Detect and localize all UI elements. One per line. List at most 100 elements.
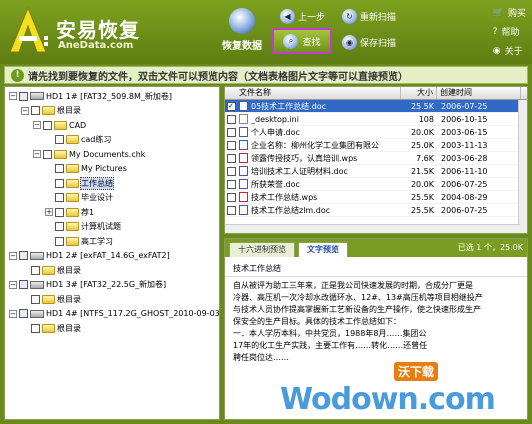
tree-checkbox[interactable] [31,294,40,304]
preview-tabs: 十六进制预览 文字预览 已选 1 个，25.0K [225,239,527,257]
col-time-header[interactable]: 创建时间 [437,87,521,99]
col-name-header[interactable]: 文件名称 [225,87,401,99]
expand-toggle-icon[interactable]: − [33,150,41,158]
tree-node-label: 高工学习 [81,236,113,246]
tree-checkbox[interactable] [43,149,52,159]
file-checkbox[interactable] [227,127,236,137]
tree-node[interactable]: − HD1 1# [FAT32_509.8M_新加卷] [9,90,172,102]
tree-node[interactable]: 根目录 [21,264,81,276]
prev-step-button[interactable]: ◀ 上一步 [280,9,325,24]
file-name: 技术工作总结.wps [251,192,318,202]
tree-node[interactable]: My Pictures [45,163,127,175]
tree-checkbox[interactable] [31,265,40,275]
file-name: 技术工作总结zlm.doc [251,205,331,215]
file-row[interactable]: 培训技术工人证明材料.doc 21.5K 2006-11-10 [225,165,527,178]
tree-node[interactable]: − HD1 2# [exFAT_14.6G_exFAT2] [9,250,170,262]
tree-node[interactable]: 根目录 [21,293,81,305]
brand-url: AneData.com [58,40,134,51]
file-time: 2003-06-15 [441,127,488,137]
file-checkbox[interactable] [227,192,236,202]
expand-toggle-icon[interactable]: − [9,251,17,260]
file-checkbox[interactable]: ✓ [227,101,236,111]
help-icon: ? [492,26,498,37]
help-link[interactable]: ? 帮助 [493,22,526,41]
tree-checkbox[interactable] [55,193,64,202]
file-checkbox[interactable] [227,114,236,124]
tree-checkbox[interactable] [19,280,28,289]
expand-toggle-icon[interactable]: + [45,208,53,216]
tree-node[interactable]: 工作总结 [45,176,114,190]
horizontal-scrollbar[interactable] [225,224,520,233]
tree-checkbox[interactable] [43,120,52,130]
expand-toggle-icon[interactable]: − [9,280,17,289]
file-checkbox[interactable] [227,140,236,150]
expand-toggle-icon[interactable]: − [21,106,29,115]
tab-hex-preview[interactable]: 十六进制预览 [229,242,295,257]
watermark-tag: 沃下载 [394,362,439,381]
file-row[interactable]: 技术工作总结zlm.doc 25.5K 2006-07-25 [225,204,527,217]
file-size: 108 [418,114,434,124]
expand-toggle-icon[interactable]: − [9,309,17,318]
tree-checkbox[interactable] [55,236,64,246]
tab-text-preview[interactable]: 文字预览 [298,242,348,257]
tree-checkbox[interactable] [55,207,64,217]
arrow-left-icon: ◀ [280,9,295,24]
file-row[interactable]: 所获荣誉.doc 20.0K 2006-07-25 [225,178,527,191]
file-row[interactable]: 个人申请.doc 20.0K 2003-06-15 [225,126,527,139]
file-row[interactable]: _desktop.ini 108 2006-10-15 [225,113,527,126]
expand-toggle-icon[interactable]: − [33,121,41,129]
tree-node[interactable]: 毕业设计 [45,192,113,204]
file-list[interactable]: 文件名称 大小 创建时间 ✓ 05技术工作总结.doc 25.5K 2006-07-2… [224,86,528,234]
tree-checkbox[interactable] [19,309,28,318]
tree-node[interactable]: − 根目录 [21,105,81,117]
file-checkbox[interactable] [227,153,236,163]
disk-icon [30,92,44,100]
tree-checkbox[interactable] [55,135,64,144]
file-checkbox[interactable] [227,179,236,189]
tree-node[interactable]: − HD1 3# [FAT32_22.5G_新加卷] [9,279,166,291]
file-name: 企业名称：柳州化学工业集团有限公 [251,140,379,150]
col-size-header[interactable]: 大小 [401,87,437,99]
rescan-button[interactable]: ↻ 重新扫描 [342,9,396,24]
file-time: 2006-11-10 [441,166,488,176]
folder-icon [42,265,55,275]
tree-node[interactable]: − HD1 4# [NTFS_117.2G_GHOST_2010-09-03] [9,308,219,320]
tree-checkbox[interactable] [31,323,40,333]
tree-node[interactable]: cad练习 [45,134,111,146]
vertical-scrollbar[interactable] [518,100,527,233]
tree-node[interactable]: 计算机试题 [45,221,121,233]
tree-node-label: My Pictures [81,164,127,173]
tree-checkbox[interactable] [19,251,28,260]
file-size: 21.5K [410,166,434,176]
watermark-site: Wodown.com [280,382,496,417]
preview-line: 冷器、高压机一次冷却水改循环水、12#、13#高压机等项目相继投产 [233,293,483,302]
search-button[interactable]: ⌕ 查找 [272,28,332,54]
tree-checkbox[interactable] [55,222,64,231]
folder-tree[interactable]: − HD1 1# [FAT32_509.8M_新加卷] − 根目录 − CAD cad练习 −… [4,86,220,420]
file-checkbox[interactable] [227,166,236,176]
buy-link[interactable]: 🛒 购买 [493,3,526,22]
file-time: 2004-08-29 [441,192,488,202]
tree-checkbox[interactable] [31,106,40,115]
save-scan-button[interactable]: ◉ 保存扫描 [342,35,396,50]
tree-checkbox[interactable] [55,178,64,188]
tree-checkbox[interactable] [55,164,64,173]
file-name: 05技术工作总结.doc [251,101,327,111]
file-row[interactable]: 技术工作总结.wps 25.5K 2004-08-29 [225,191,527,204]
file-row[interactable]: ✓ 05技术工作总结.doc 25.5K 2006-07-25 [225,100,527,113]
tree-node[interactable]: − CAD [33,119,86,131]
recover-data-button[interactable]: 恢复数据 [216,8,268,52]
file-row[interactable]: 企业名称：柳州化学工业集团有限公 25.0K 2003-11-13 [225,139,527,152]
tree-checkbox[interactable] [19,91,28,101]
about-link[interactable]: ◉ 关于 [493,41,526,60]
tree-node[interactable]: + 荐1 [45,206,94,218]
folder-icon [66,178,79,188]
tree-node[interactable]: 高工学习 [45,235,113,247]
expand-toggle-icon[interactable]: − [9,92,17,100]
tree-node[interactable]: 根目录 [21,322,81,334]
file-row[interactable]: 领露传授技巧，认真培训.wps 7.6K 2003-06-28 [225,152,527,165]
file-checkbox[interactable] [227,205,236,215]
tree-node-label: 根目录 [57,265,81,275]
tree-node-label: 荐1 [81,207,95,217]
tree-node[interactable]: − My Documents.chk [33,148,145,160]
